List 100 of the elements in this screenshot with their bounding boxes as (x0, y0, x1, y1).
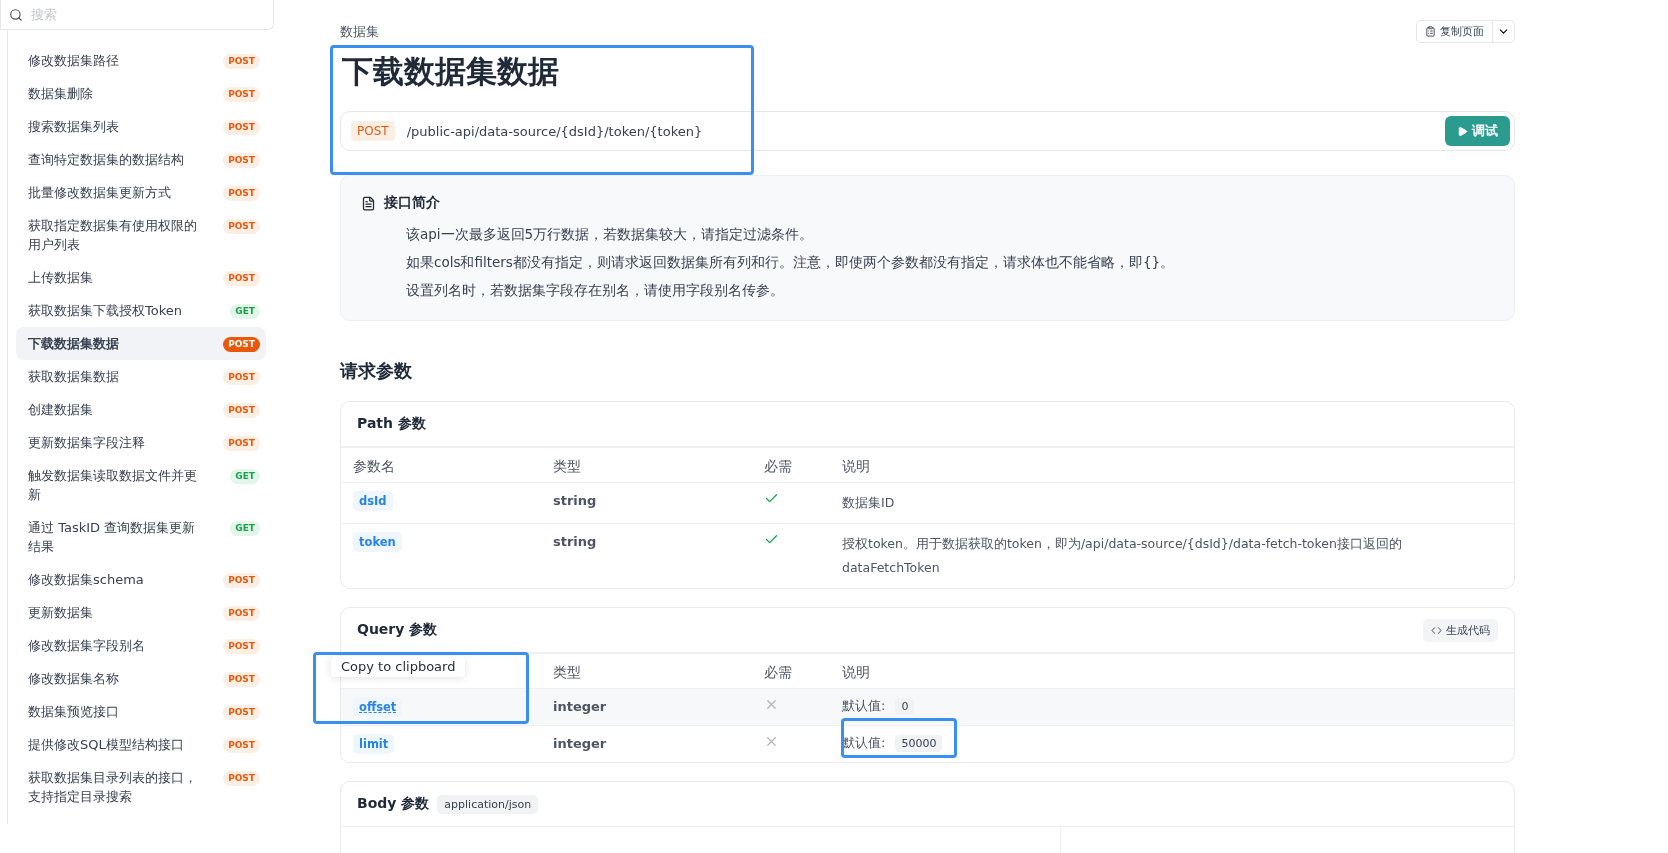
sidebar-item[interactable]: 更新数据集字段注释 POST (16, 426, 266, 459)
method-badge: POST (223, 573, 260, 588)
intro-text: 如果cols和filters都没有指定，则请求返回数据集所有列和行。注意，即使两个参数都没有指定，请求体也不能省略，即{}。 (406, 253, 1176, 272)
method-badge: POST (223, 186, 260, 201)
intro-text: 设置列名时，若数据集字段存在别名，请使用字段别名传参。 (406, 281, 785, 300)
sidebar-item[interactable]: 获取数据集目录列表的接口，支持指定目录搜索 POST (16, 761, 266, 813)
sidebar-item[interactable]: 更新数据集 POST (16, 596, 266, 629)
page-title: 下载数据集数据 (342, 52, 560, 91)
method-badge: POST (223, 271, 260, 286)
sidebar-item[interactable]: 查询特定数据集的数据结构 POST (16, 143, 266, 176)
param-type: string (553, 533, 598, 549)
sidebar-item[interactable]: 创建数据集 POST (16, 393, 266, 426)
column-header: 参数名 (353, 458, 396, 476)
sidebar-item-label: 通过 TaskID 查询数据集更新结果 (28, 519, 197, 556)
method-badge: POST (223, 54, 260, 69)
play-icon (1457, 125, 1468, 137)
sidebar-item-label: 获取数据集目录列表的接口，支持指定目录搜索 (28, 769, 198, 806)
method-badge: GET (230, 469, 260, 484)
sidebar-item-label: 更新数据集字段注释 (28, 434, 146, 452)
sidebar-item-label: 触发数据集读取数据文件并更新 (28, 467, 198, 504)
card-title: Query 参数 (357, 621, 438, 639)
column-header: 类型 (553, 664, 582, 682)
sidebar-item-label: 修改数据集名称 (28, 670, 120, 688)
param-type: integer (553, 698, 608, 714)
document-icon (361, 195, 376, 211)
sidebar-item-label: 查询特定数据集的数据结构 (28, 151, 185, 169)
method-badge: POST (223, 606, 260, 621)
breadcrumb[interactable]: 数据集 (340, 22, 379, 41)
sidebar-item-label: 修改数据集路径 (28, 52, 120, 70)
method-badge: POST (223, 87, 260, 102)
method-badge: POST (223, 403, 260, 418)
sidebar-item[interactable]: 修改数据集字段别名 POST (16, 629, 266, 662)
sidebar-item[interactable]: 获取数据集数据 POST (16, 360, 266, 393)
sidebar-item[interactable]: 搜索数据集列表 POST (16, 110, 266, 143)
code-icon (1431, 624, 1442, 636)
method-badge: POST (223, 370, 260, 385)
card-title: Body 参数 (357, 795, 430, 813)
method-badge: POST (223, 639, 260, 654)
method-badge: POST (223, 771, 260, 786)
column-header: 说明 (842, 458, 871, 476)
sidebar-item[interactable]: 通过 TaskID 查询数据集更新结果 GET (16, 511, 266, 563)
column-header: 类型 (553, 458, 582, 476)
method-badge: POST (223, 120, 260, 135)
search-field[interactable]: 搜索 (0, 0, 274, 30)
clipboard-icon (1425, 26, 1436, 37)
sidebar-item[interactable]: 下载数据集数据 POST (16, 327, 266, 360)
method-badge: POST (223, 219, 260, 234)
sidebar-item-label: 修改数据集字段别名 (28, 637, 146, 655)
method-badge: POST (223, 337, 260, 352)
method-badge: GET (230, 304, 260, 319)
intro-text: 该api一次最多返回5万行数据，若数据集较大，请指定过滤条件。 (406, 225, 815, 244)
method-badge: GET (230, 521, 260, 536)
sidebar-item-label: 获取数据集数据 (28, 368, 120, 386)
sidebar-item-label: 创建数据集 (28, 401, 94, 419)
sidebar-item[interactable]: 数据集预览接口 POST (16, 695, 266, 728)
default-value: 0 (895, 697, 915, 715)
sidebar-item-label: 搜索数据集列表 (28, 118, 120, 136)
sidebar-item-label: 上传数据集 (28, 269, 94, 287)
method-badge: POST (223, 705, 260, 720)
sidebar-item[interactable]: 获取数据集下载授权Token GET (16, 294, 266, 327)
sidebar-item-label: 修改数据集schema (28, 571, 145, 589)
param-type: integer (553, 735, 608, 751)
method-badge: POST (223, 672, 260, 687)
method-badge: POST (223, 436, 260, 451)
sidebar-item[interactable]: 提供修改SQL模型结构接口 POST (16, 728, 266, 761)
sidebar-item[interactable]: 数据集删除 POST (16, 77, 266, 110)
sidebar-item-label: 下载数据集数据 (28, 335, 120, 353)
sidebar-item-label: 批量修改数据集更新方式 (28, 184, 172, 202)
endpoint-path: /public-api/data-source/{dsId}/token/{token} (406, 123, 704, 139)
param-description: 授权token。用于数据获取的token，即为/api/data-source/{dsId}/data-fetch-token接口返回的dataFetchToken (842, 535, 1402, 577)
sidebar-item[interactable]: 触发数据集读取数据文件并更新 GET (16, 459, 266, 511)
sidebar-item-label: 获取数据集下载授权Token (28, 302, 183, 320)
sidebar-item-label: 更新数据集 (28, 604, 94, 622)
intro-heading: 接口简介 (384, 194, 440, 212)
column-header: 必需 (764, 664, 793, 682)
method-badge: POST (223, 153, 260, 168)
sidebar-item[interactable]: 修改数据集schema POST (16, 563, 266, 596)
generate-code-button[interactable]: 生成代码 (1423, 618, 1498, 642)
param-description: 数据集ID (842, 494, 896, 512)
default-label: 默认值: (842, 697, 886, 715)
search-icon (9, 7, 23, 22)
sidebar-item-label: 数据集删除 (28, 85, 94, 103)
section-heading: 请求参数 (340, 359, 413, 383)
content-type-tag: application/json (437, 794, 539, 814)
sidebar-item-label: 提供修改SQL模型结构接口 (28, 736, 185, 754)
param-type: string (553, 492, 598, 508)
sidebar-item[interactable]: 上传数据集 POST (16, 261, 266, 294)
sidebar-item[interactable]: 修改数据集名称 POST (16, 662, 266, 695)
column-header: 必需 (764, 458, 793, 476)
sidebar-item[interactable]: 批量修改数据集更新方式 POST (16, 176, 266, 209)
method-badge: POST (351, 121, 395, 141)
sidebar-item[interactable]: 获取指定数据集有使用权限的用户列表 POST (16, 209, 266, 261)
sidebar-item[interactable]: 修改数据集路径 POST (16, 44, 266, 77)
method-badge: POST (223, 738, 260, 753)
tooltip: Copy to clipboard (331, 656, 466, 677)
default-value: 50000 (895, 734, 943, 752)
card-title: Path 参数 (357, 415, 426, 433)
column-header: 说明 (842, 664, 871, 682)
sidebar-item-label: 数据集预览接口 (28, 703, 120, 721)
sidebar-item-label: 获取指定数据集有使用权限的用户列表 (28, 217, 198, 254)
